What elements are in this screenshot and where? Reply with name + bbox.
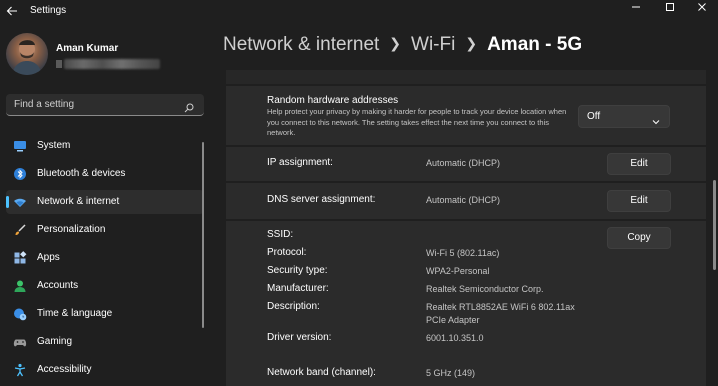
- breadcrumb-network[interactable]: Network & internet: [223, 34, 379, 55]
- ip-assignment-value: Automatic (DHCP): [426, 158, 501, 168]
- sidebar-item-label: Bluetooth & devices: [37, 168, 126, 179]
- search-input[interactable]: Find a setting: [14, 99, 74, 110]
- ip-assignment-card: IP assignment: Automatic (DHCP) Edit: [226, 147, 706, 181]
- dns-assignment-value: Automatic (DHCP): [426, 195, 501, 205]
- random-hw-description: Help protect your privacy by making it h…: [267, 107, 567, 137]
- dns-edit-button[interactable]: Edit: [607, 190, 671, 212]
- dns-assignment-label: DNS server assignment:: [267, 194, 376, 205]
- email-redacted: [64, 59, 160, 69]
- sidebar-item-label: Time & language: [37, 308, 113, 319]
- chevron-down-icon: [652, 113, 660, 125]
- avatar: [6, 33, 48, 75]
- monitor-icon: [13, 139, 27, 153]
- active-indicator: [6, 196, 9, 208]
- sidebar-item-bluetooth[interactable]: Bluetooth & devices: [6, 162, 204, 186]
- manufacturer-value: Realtek Semiconductor Corp.: [426, 284, 544, 294]
- search-icon[interactable]: [184, 100, 194, 113]
- gamepad-icon: [13, 335, 27, 349]
- chevron-right-icon: ❯: [465, 35, 478, 51]
- sidebar-item-accounts[interactable]: Accounts: [6, 274, 204, 298]
- app-title: Settings: [30, 5, 67, 16]
- accessibility-icon: [13, 363, 27, 377]
- search-box[interactable]: Find a setting: [6, 94, 204, 116]
- sidebar-item-gaming[interactable]: Gaming: [6, 330, 204, 354]
- sidebar-item-label: Apps: [37, 252, 60, 263]
- minimize-icon[interactable]: [620, 0, 652, 14]
- sidebar-item-label: System: [37, 140, 71, 151]
- sidebar-item-label: Network & internet: [37, 196, 120, 207]
- maximize-icon[interactable]: [654, 0, 686, 14]
- random-hw-card: Random hardware addresses Help protect y…: [226, 86, 706, 145]
- wifi-icon: [13, 195, 27, 209]
- title-bar: Settings: [0, 0, 718, 24]
- breadcrumb-wifi[interactable]: Wi-Fi: [411, 34, 455, 55]
- ssid-label: SSID:: [267, 229, 294, 240]
- sidebar-item-label: Gaming: [37, 336, 73, 347]
- security-type-label: Security type:: [267, 265, 328, 276]
- page-title: Aman - 5G: [487, 34, 583, 55]
- security-type-value: WPA2-Personal: [426, 266, 490, 276]
- user-profile[interactable]: Aman Kumar: [6, 33, 206, 77]
- sidebar-item-system[interactable]: System: [6, 134, 204, 158]
- driver-version-value: 6001.10.351.0: [426, 333, 484, 343]
- user-name: Aman Kumar: [56, 43, 119, 54]
- close-icon[interactable]: [686, 0, 718, 14]
- sidebar-item-apps[interactable]: Apps: [6, 246, 204, 270]
- sidebar-item-time-language[interactable]: Time & language: [6, 302, 204, 326]
- content-scrollbar[interactable]: [713, 180, 716, 270]
- email-redacted-prefix: [56, 60, 62, 68]
- sidebar-scrollbar[interactable]: [202, 142, 204, 328]
- person-icon: [13, 279, 27, 293]
- ip-assignment-label: IP assignment:: [267, 157, 333, 168]
- dropdown-value: Off: [587, 111, 601, 122]
- ip-edit-button[interactable]: Edit: [607, 153, 671, 175]
- back-arrow-icon[interactable]: [4, 3, 20, 19]
- random-hw-title: Random hardware addresses: [267, 95, 399, 106]
- sidebar-item-accessibility[interactable]: Accessibility: [6, 358, 204, 382]
- sidebar-item-label: Personalization: [37, 224, 106, 235]
- protocol-value: Wi-Fi 5 (802.11ac): [426, 248, 500, 258]
- sidebar-item-personalization[interactable]: Personalization: [6, 218, 204, 242]
- globe-clock-icon: [13, 307, 27, 321]
- description-value-line2: PCIe Adapter: [426, 315, 480, 325]
- protocol-label: Protocol:: [267, 247, 307, 258]
- dns-assignment-card: DNS server assignment: Automatic (DHCP) …: [226, 183, 706, 219]
- driver-version-label: Driver version:: [267, 332, 332, 343]
- brush-icon: [13, 223, 27, 237]
- network-band-value: 5 GHz (149): [426, 368, 476, 378]
- sidebar-item-label: Accounts: [37, 280, 79, 291]
- random-hw-dropdown[interactable]: Off: [578, 105, 670, 128]
- sidebar-item-label: Accessibility: [37, 364, 92, 375]
- copy-button[interactable]: Copy: [607, 227, 671, 249]
- previous-section-card: [226, 70, 706, 84]
- description-label: Description:: [267, 301, 320, 312]
- chevron-right-icon: ❯: [389, 35, 402, 51]
- breadcrumb: Network & internet ❯ Wi-Fi ❯ Aman - 5G: [223, 34, 582, 56]
- description-value: Realtek RTL8852AE WiFi 6 802.11ax: [426, 302, 575, 312]
- sidebar-item-network[interactable]: Network & internet: [6, 190, 204, 214]
- manufacturer-label: Manufacturer:: [267, 283, 329, 294]
- network-properties-card: Copy SSID: Protocol: Wi-Fi 5 (802.11ac) …: [226, 221, 706, 386]
- apps-icon: [13, 251, 27, 265]
- bluetooth-icon: [13, 167, 27, 181]
- network-band-label: Network band (channel):: [267, 367, 376, 378]
